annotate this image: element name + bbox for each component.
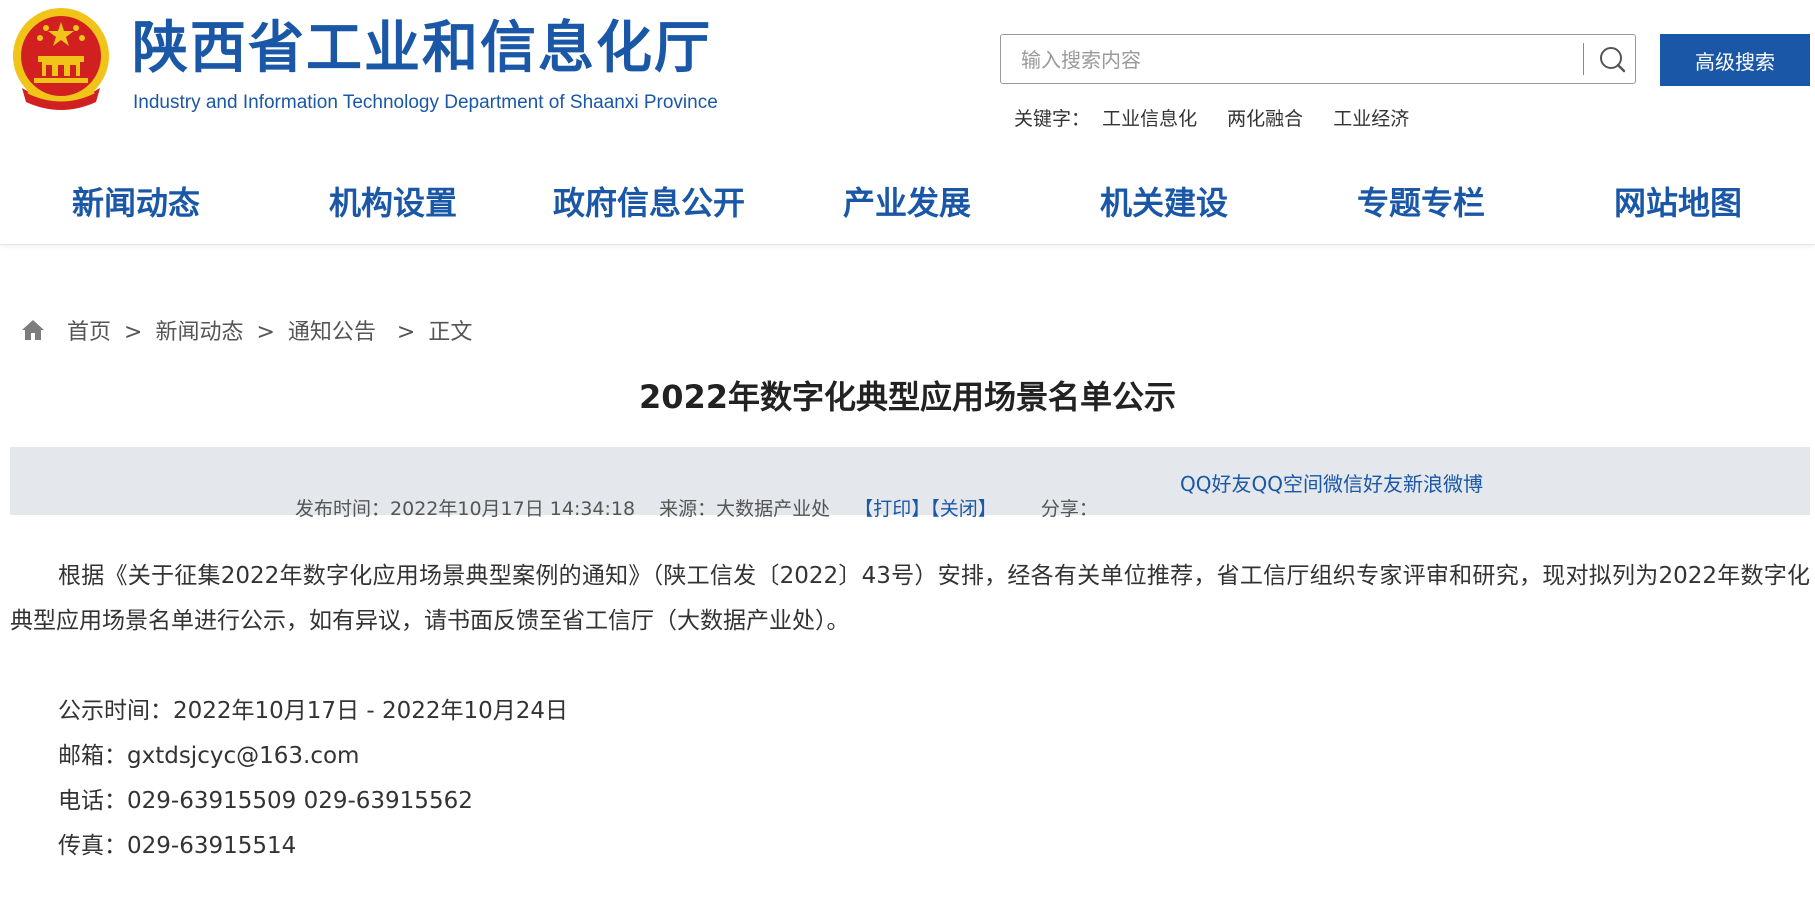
national-emblem-icon bbox=[8, 4, 114, 116]
keyword-link[interactable]: 工业信息化 bbox=[1102, 108, 1197, 130]
home-icon[interactable] bbox=[20, 318, 46, 348]
notice-period: 公示时间：2022年10月17日 - 2022年10月24日 bbox=[58, 698, 569, 724]
source-label: 来源： bbox=[659, 498, 717, 520]
share-qq-zone[interactable]: QQ空间 bbox=[1251, 472, 1322, 496]
search-button[interactable] bbox=[1593, 41, 1631, 77]
main-nav: 新闻动态 机构设置 政府信息公开 产业发展 机关建设 专题专栏 网站地图 bbox=[0, 160, 1815, 245]
source-value: 大数据产业处 bbox=[716, 498, 831, 520]
contact-phone: 电话：029-63915509 029-63915562 bbox=[58, 788, 473, 814]
site-title: 陕西省工业和信息化厅 bbox=[132, 16, 712, 81]
breadcrumb-separator: > bbox=[124, 320, 143, 345]
nav-item-gov-info[interactable]: 政府信息公开 bbox=[553, 178, 745, 224]
nav-item-industry[interactable]: 产业发展 bbox=[843, 178, 971, 224]
contact-fax: 传真：029-63915514 bbox=[58, 833, 297, 859]
nav-item-organization[interactable]: 机构设置 bbox=[329, 178, 457, 224]
search-input[interactable] bbox=[1019, 43, 1563, 77]
breadcrumb: 首页 > 新闻动态 > 通知公告 > 正文 bbox=[20, 314, 472, 348]
search-divider bbox=[1583, 43, 1584, 75]
nav-item-news[interactable]: 新闻动态 bbox=[72, 178, 200, 224]
share-qq-friend[interactable]: QQ好友 bbox=[1180, 472, 1251, 496]
site-subtitle: Industry and Information Technology Depa… bbox=[133, 92, 718, 113]
breadcrumb-separator: > bbox=[256, 320, 275, 345]
breadcrumb-separator: > bbox=[396, 320, 416, 345]
keyword-link[interactable]: 两化融合 bbox=[1227, 108, 1303, 130]
article-meta: 发布时间：2022年10月17日 14:34:18 来源：大数据产业处 【打印】… bbox=[295, 494, 1098, 521]
advanced-search-button[interactable]: 高级搜索 bbox=[1660, 34, 1810, 86]
breadcrumb-notices[interactable]: 通知公告 bbox=[288, 320, 376, 345]
close-link[interactable]: 【关闭】 bbox=[930, 498, 997, 520]
nav-item-special-topics[interactable]: 专题专栏 bbox=[1357, 178, 1485, 224]
share-links: QQ好友QQ空间微信好友新浪微博 bbox=[1180, 468, 1483, 497]
share-weibo[interactable]: 新浪微博 bbox=[1403, 472, 1483, 496]
share-wechat[interactable]: 微信好友 bbox=[1323, 472, 1403, 496]
article-paragraph: 根据《关于征集2022年数字化应用场景典型案例的通知》（陕工信发〔2022〕43… bbox=[10, 563, 1810, 634]
share-label: 分享： bbox=[1040, 498, 1098, 520]
keyword-link[interactable]: 工业经济 bbox=[1333, 108, 1409, 130]
keywords-bar: 关键字： 工业信息化 两化融合 工业经济 bbox=[1014, 104, 1433, 131]
nav-item-sitemap[interactable]: 网站地图 bbox=[1614, 178, 1742, 224]
search-box bbox=[1000, 34, 1636, 84]
contact-email: 邮箱：gxtdsjcyc@163.com bbox=[58, 743, 360, 769]
breadcrumb-home[interactable]: 首页 bbox=[67, 320, 111, 345]
article-content: 根据《关于征集2022年数字化应用场景典型案例的通知》（陕工信发〔2022〕43… bbox=[10, 554, 1810, 869]
publish-time: 2022年10月17日 14:34:18 bbox=[390, 498, 636, 520]
nav-item-party-building[interactable]: 机关建设 bbox=[1100, 178, 1228, 224]
breadcrumb-news[interactable]: 新闻动态 bbox=[155, 320, 243, 345]
keywords-label: 关键字： bbox=[1014, 108, 1091, 130]
breadcrumb-current: 正文 bbox=[428, 320, 473, 345]
publish-label: 发布时间： bbox=[295, 498, 391, 520]
search-icon bbox=[1600, 47, 1626, 73]
article-title: 2022年数字化典型应用场景名单公示 bbox=[638, 378, 1177, 416]
print-link[interactable]: 【打印】 bbox=[854, 498, 930, 520]
